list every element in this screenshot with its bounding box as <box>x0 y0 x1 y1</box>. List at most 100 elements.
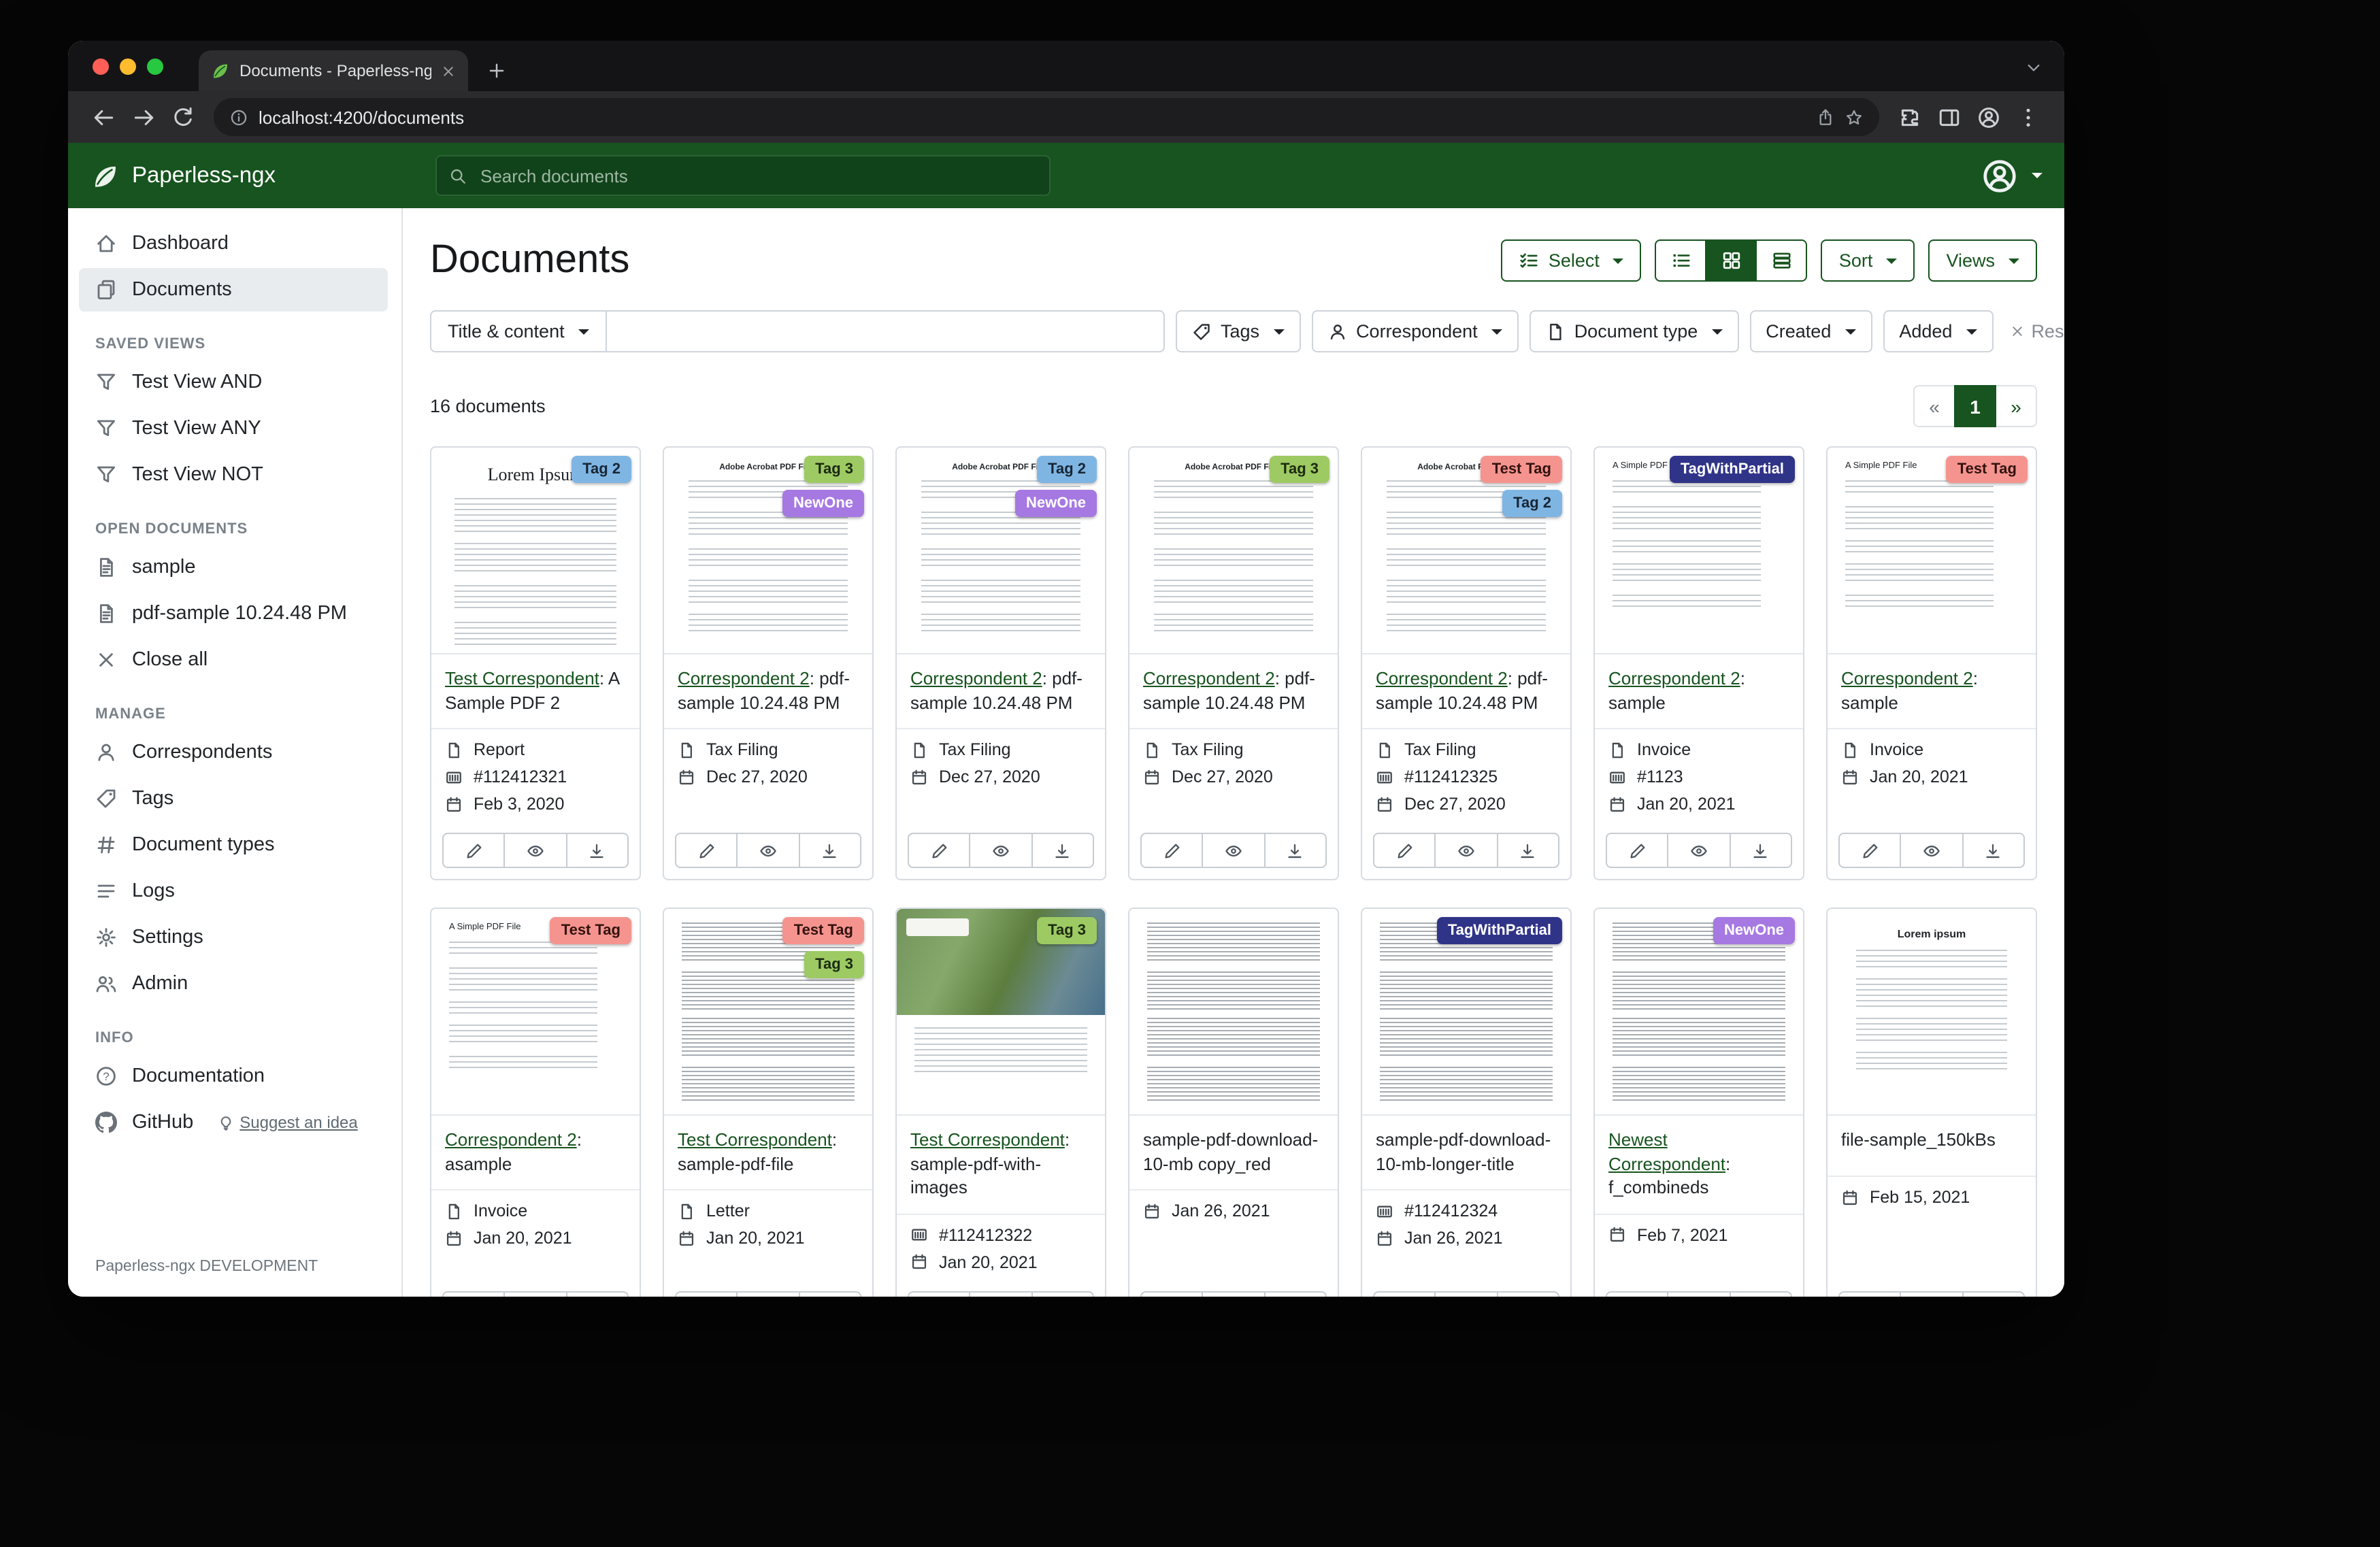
view-button[interactable] <box>970 833 1033 868</box>
zoom-window-button[interactable] <box>147 59 163 75</box>
sidebar-item-pdf-sample-10-24-48-pm[interactable]: pdf-sample 10.24.48 PM <box>79 592 388 635</box>
sidebar-item-test-view-and[interactable]: Test View AND <box>79 361 388 404</box>
current-page-button[interactable]: 1 <box>1954 385 1996 427</box>
browser-menu-icon[interactable] <box>2017 105 2040 129</box>
download-button[interactable] <box>565 833 629 868</box>
user-menu[interactable] <box>1981 157 2043 194</box>
edit-button[interactable] <box>1140 833 1204 868</box>
share-icon[interactable] <box>1817 108 1834 126</box>
card-title[interactable]: Test Correspondent: sample-pdf-file <box>664 1116 872 1191</box>
card-title[interactable]: Correspondent 2: pdf-sample 10.24.48 PM <box>897 654 1105 729</box>
download-button[interactable] <box>798 1291 861 1297</box>
view-button[interactable] <box>737 1291 800 1297</box>
tag-badge-tag-3[interactable]: Tag 3 <box>804 951 864 978</box>
edit-button[interactable] <box>1606 1291 1669 1297</box>
view-button[interactable] <box>504 1291 567 1297</box>
document-type-filter-button[interactable]: Document type <box>1530 310 1739 352</box>
download-button[interactable] <box>1729 1291 1792 1297</box>
view-button[interactable] <box>1202 833 1266 868</box>
sidebar-item-documents[interactable]: Documents <box>79 268 388 312</box>
card-correspondent-link[interactable]: Correspondent 2 <box>1143 668 1275 688</box>
card-title[interactable]: Newest Correspondent: f_combineds <box>1595 1116 1803 1214</box>
select-button[interactable]: Select <box>1501 239 1642 282</box>
next-page-button[interactable]: » <box>1995 385 2037 427</box>
sidebar-item-correspondents[interactable]: Correspondents <box>79 731 388 774</box>
sidebar-item-github[interactable]: GitHubSuggest an idea <box>79 1101 388 1144</box>
download-button[interactable] <box>1496 833 1559 868</box>
tag-badge-tag-2[interactable]: Tag 2 <box>572 456 631 483</box>
sidebar-item-admin[interactable]: Admin <box>79 962 388 1005</box>
sidebar-item-tags[interactable]: Tags <box>79 777 388 820</box>
edit-button[interactable] <box>1373 1291 1436 1297</box>
edit-button[interactable] <box>908 833 971 868</box>
bookmark-star-icon[interactable] <box>1845 108 1863 126</box>
tag-badge-test-tag[interactable]: Test Tag <box>783 917 864 944</box>
card-title[interactable]: Correspondent 2: sample <box>1828 654 2036 729</box>
tag-badge-tag-3[interactable]: Tag 3 <box>1270 456 1329 483</box>
download-button[interactable] <box>1729 833 1792 868</box>
download-button[interactable] <box>1496 1291 1559 1297</box>
card-correspondent-link[interactable]: Test Correspondent <box>678 1129 832 1150</box>
edit-button[interactable] <box>1373 833 1436 868</box>
forward-button[interactable] <box>132 105 155 129</box>
card-correspondent-link[interactable]: Test Correspondent <box>910 1129 1065 1150</box>
tag-badge-test-tag[interactable]: Test Tag <box>1947 456 2028 483</box>
tag-badge-tag-3[interactable]: Tag 3 <box>1037 917 1097 944</box>
edit-button[interactable] <box>908 1291 971 1297</box>
download-button[interactable] <box>1031 1291 1094 1297</box>
tag-badge-tag-2[interactable]: Tag 2 <box>1502 490 1562 517</box>
card-correspondent-link[interactable]: Correspondent 2 <box>1376 668 1508 688</box>
card-correspondent-link[interactable]: Correspondent 2 <box>910 668 1042 688</box>
site-info-icon[interactable] <box>230 108 248 126</box>
reset-filters-button[interactable]: Reset filters <box>2009 321 2064 342</box>
created-filter-button[interactable]: Created <box>1749 310 1872 352</box>
reload-button[interactable] <box>171 105 195 129</box>
view-button[interactable] <box>1435 1291 1498 1297</box>
sidebar-item-settings[interactable]: Settings <box>79 916 388 959</box>
edit-button[interactable] <box>442 1291 506 1297</box>
card-title[interactable]: Test Correspondent: sample-pdf-with-imag… <box>897 1116 1105 1214</box>
sidebar-item-sample[interactable]: sample <box>79 546 388 589</box>
view-grid-button[interactable] <box>1706 239 1757 282</box>
tab-search-icon[interactable] <box>2025 59 2043 76</box>
view-button[interactable] <box>1668 833 1731 868</box>
card-title[interactable]: Correspondent 2: sample <box>1595 654 1803 729</box>
view-list-button[interactable] <box>1655 239 1707 282</box>
sidebar-item-document-types[interactable]: Document types <box>79 823 388 867</box>
view-button[interactable] <box>737 833 800 868</box>
card-correspondent-link[interactable]: Correspondent 2 <box>445 1129 577 1150</box>
view-button[interactable] <box>1900 1291 1964 1297</box>
tab-close-icon[interactable] <box>441 63 456 78</box>
edit-button[interactable] <box>1838 833 1902 868</box>
edit-button[interactable] <box>675 833 738 868</box>
card-thumbnail[interactable] <box>1129 909 1338 1116</box>
browser-profile-icon[interactable] <box>1977 105 2000 129</box>
new-tab-button[interactable] <box>487 61 506 80</box>
tag-badge-newone[interactable]: NewOne <box>782 490 864 517</box>
sidebar-item-test-view-not[interactable]: Test View NOT <box>79 453 388 497</box>
suggest-an-idea-link[interactable]: Suggest an idea <box>218 1113 358 1132</box>
card-title[interactable]: Correspondent 2: pdf-sample 10.24.48 PM <box>1129 654 1338 729</box>
tags-filter-button[interactable]: Tags <box>1176 310 1300 352</box>
download-button[interactable] <box>1962 833 2025 868</box>
sidebar-item-documentation[interactable]: ?Documentation <box>79 1054 388 1098</box>
app-brand[interactable]: Paperless-ngx <box>68 161 395 190</box>
download-button[interactable] <box>565 1291 629 1297</box>
edit-button[interactable] <box>1606 833 1669 868</box>
download-button[interactable] <box>1263 1291 1327 1297</box>
minimize-window-button[interactable] <box>120 59 136 75</box>
view-detail-button[interactable] <box>1756 239 1808 282</box>
search-input[interactable] <box>478 164 1037 187</box>
sidebar-item-close-all[interactable]: Close all <box>79 638 388 682</box>
title-content-dropdown[interactable]: Title & content <box>430 310 607 352</box>
card-title[interactable]: sample-pdf-download-10-mb copy_red <box>1129 1116 1338 1191</box>
prev-page-button[interactable]: « <box>1913 385 1955 427</box>
card-title[interactable]: sample-pdf-download-10-mb-longer-title <box>1362 1116 1570 1191</box>
card-title[interactable]: Correspondent 2: pdf-sample 10.24.48 PM <box>664 654 872 729</box>
edit-button[interactable] <box>1838 1291 1902 1297</box>
edit-button[interactable] <box>1140 1291 1204 1297</box>
card-correspondent-link[interactable]: Newest Correspondent <box>1608 1129 1725 1174</box>
view-button[interactable] <box>1900 833 1964 868</box>
sidebar-item-test-view-any[interactable]: Test View ANY <box>79 407 388 450</box>
tag-badge-tag-2[interactable]: Tag 2 <box>1037 456 1097 483</box>
